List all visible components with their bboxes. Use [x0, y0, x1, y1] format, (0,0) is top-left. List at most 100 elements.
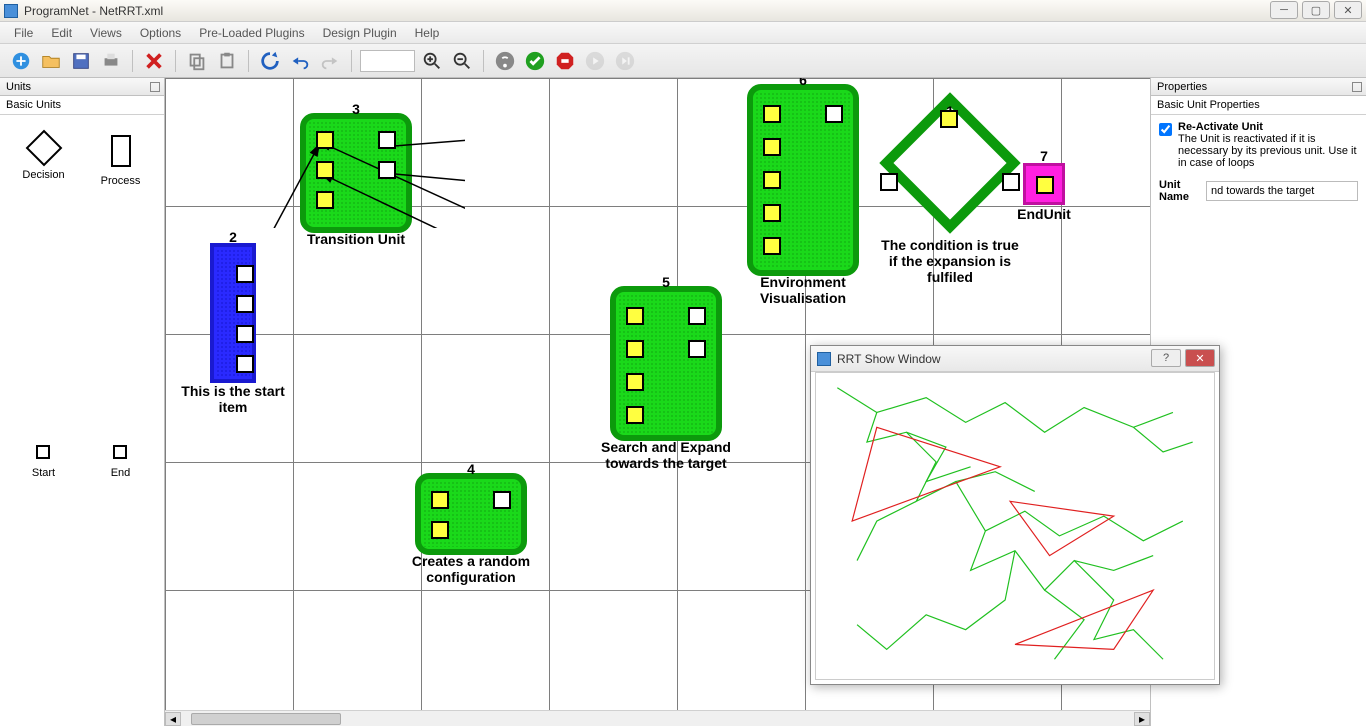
node-decision[interactable]: 1 The condition is true if the expansion… — [900, 113, 1000, 213]
node-caption: Creates a random configuration — [391, 553, 551, 585]
refresh-button[interactable] — [257, 48, 283, 74]
menubar: File Edit Views Options Pre-Loaded Plugi… — [0, 22, 1366, 44]
redo-button[interactable] — [317, 48, 343, 74]
port[interactable] — [431, 491, 449, 509]
zoom-in-button[interactable] — [419, 48, 445, 74]
minimize-button[interactable]: ─ — [1270, 1, 1298, 19]
close-button[interactable]: ✕ — [1334, 1, 1362, 19]
unit-name-input[interactable] — [1206, 181, 1358, 201]
port[interactable] — [688, 307, 706, 325]
port[interactable] — [626, 373, 644, 391]
node-random-config[interactable]: 4 Creates a random configuration — [415, 473, 527, 555]
port[interactable] — [378, 131, 396, 149]
palette-start[interactable]: Start — [32, 445, 55, 707]
port[interactable] — [763, 171, 781, 189]
port[interactable] — [236, 295, 254, 313]
node-caption: The condition is true if the expansion i… — [880, 237, 1020, 285]
palette-label: Start — [32, 467, 55, 479]
scroll-left-arrow[interactable]: ◂ — [165, 712, 181, 726]
menu-preloaded-plugins[interactable]: Pre-Loaded Plugins — [191, 24, 312, 42]
unit-name-label: Unit Name — [1159, 179, 1196, 203]
palette-label: Process — [101, 175, 141, 187]
port[interactable] — [378, 161, 396, 179]
delete-button[interactable] — [141, 48, 167, 74]
palette-decision[interactable]: Decision — [22, 135, 64, 415]
units-panel-subtitle: Basic Units — [0, 96, 164, 115]
port[interactable] — [236, 325, 254, 343]
zoom-out-button[interactable] — [449, 48, 475, 74]
units-panel-title: Units — [6, 81, 31, 93]
port[interactable] — [1002, 173, 1020, 191]
port[interactable] — [763, 138, 781, 156]
port[interactable] — [825, 105, 843, 123]
undock-icon[interactable] — [1352, 82, 1362, 92]
port[interactable] — [236, 265, 254, 283]
popup-help-button[interactable]: ? — [1151, 349, 1181, 367]
menu-options[interactable]: Options — [132, 24, 189, 42]
port[interactable] — [316, 191, 334, 209]
port[interactable] — [316, 161, 334, 179]
units-panel-header: Units — [0, 78, 164, 96]
palette-process[interactable]: Process — [101, 135, 141, 415]
square-icon — [36, 445, 50, 459]
search-input[interactable] — [360, 50, 415, 72]
port[interactable] — [763, 237, 781, 255]
node-caption: Transition Unit — [286, 231, 426, 247]
save-button[interactable] — [68, 48, 94, 74]
play-button[interactable] — [582, 48, 608, 74]
node-start[interactable]: 2 This is the start item — [210, 243, 256, 383]
properties-panel-subtitle: Basic Unit Properties — [1151, 96, 1366, 115]
port[interactable] — [688, 340, 706, 358]
scroll-right-arrow[interactable]: ▸ — [1134, 712, 1150, 726]
node-caption: Search and Expand towards the target — [586, 439, 746, 471]
menu-help[interactable]: Help — [407, 24, 448, 42]
menu-views[interactable]: Views — [82, 24, 130, 42]
palette-end[interactable]: End — [111, 445, 131, 707]
node-transition-unit[interactable]: 3 Transition Unit — [300, 113, 412, 233]
node-end[interactable]: 7 EndUnit — [1023, 163, 1065, 205]
port[interactable] — [316, 131, 334, 149]
menu-edit[interactable]: Edit — [43, 24, 80, 42]
port[interactable] — [880, 173, 898, 191]
port[interactable] — [940, 110, 958, 128]
check-button[interactable] — [522, 48, 548, 74]
port[interactable] — [763, 204, 781, 222]
popup-close-button[interactable]: ✕ — [1185, 349, 1215, 367]
step-button[interactable] — [612, 48, 638, 74]
run-button[interactable] — [492, 48, 518, 74]
open-button[interactable] — [38, 48, 64, 74]
rrt-show-window[interactable]: RRT Show Window ? ✕ — [810, 345, 1220, 685]
menu-file[interactable]: File — [6, 24, 41, 42]
port[interactable] — [236, 355, 254, 373]
port[interactable] — [763, 105, 781, 123]
port[interactable] — [1036, 176, 1054, 194]
copy-button[interactable] — [184, 48, 210, 74]
properties-panel-title: Properties — [1157, 81, 1207, 93]
undo-button[interactable] — [287, 48, 313, 74]
port[interactable] — [626, 307, 644, 325]
rect-icon — [111, 135, 131, 167]
port[interactable] — [626, 340, 644, 358]
popup-title: RRT Show Window — [837, 352, 941, 366]
menu-design-plugin[interactable]: Design Plugin — [315, 24, 405, 42]
reactivate-title: Re-Activate Unit — [1178, 121, 1358, 133]
port[interactable] — [626, 406, 644, 424]
maximize-button[interactable]: ▢ — [1302, 1, 1330, 19]
popup-titlebar[interactable]: RRT Show Window ? ✕ — [811, 346, 1219, 372]
reactivate-desc: The Unit is reactivated if it is necessa… — [1178, 133, 1357, 169]
node-caption: This is the start item — [173, 383, 293, 415]
node-caption: EndUnit — [1004, 206, 1084, 222]
horizontal-scrollbar[interactable]: ◂ ▸ — [165, 710, 1150, 726]
scroll-thumb[interactable] — [191, 713, 341, 725]
node-env-vis[interactable]: 6 Environment Visualisation — [747, 84, 859, 276]
port[interactable] — [493, 491, 511, 509]
paste-button[interactable] — [214, 48, 240, 74]
reactivate-checkbox[interactable] — [1159, 123, 1172, 136]
undock-icon[interactable] — [150, 82, 160, 92]
node-search-expand[interactable]: 5 Search and Expand towards the target — [610, 286, 722, 441]
print-button[interactable] — [98, 48, 124, 74]
node-number: 5 — [662, 274, 670, 290]
port[interactable] — [431, 521, 449, 539]
stop-button[interactable] — [552, 48, 578, 74]
new-button[interactable] — [8, 48, 34, 74]
